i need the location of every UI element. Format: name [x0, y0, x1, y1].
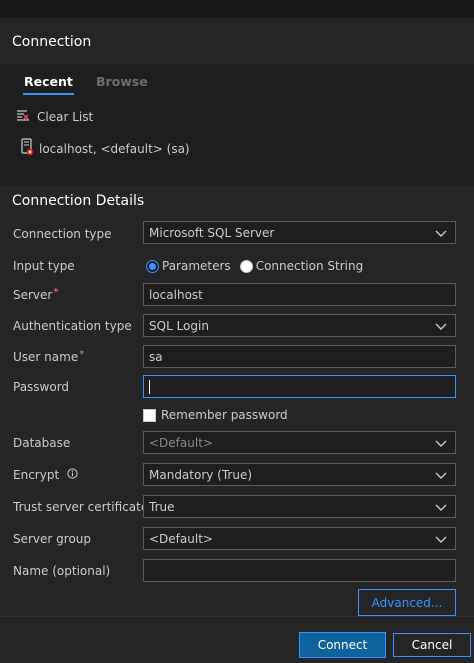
connection-title: Connection	[12, 34, 92, 50]
server-group-select[interactable]: <Default>	[143, 527, 456, 550]
clear-list-button[interactable]: Clear List	[16, 109, 93, 125]
info-icon[interactable]	[67, 468, 78, 482]
authentication-type-label: Authentication type	[13, 319, 132, 333]
dialog-footer: Connect Cancel	[0, 616, 474, 663]
password-label: Password	[13, 380, 69, 394]
connection-type-value: Microsoft SQL Server	[149, 225, 275, 240]
server-icon	[20, 138, 34, 159]
authentication-type-select[interactable]: SQL Login	[143, 314, 456, 337]
database-select[interactable]: <Default>	[143, 431, 456, 454]
parameters-radio[interactable]	[146, 259, 159, 273]
connection-type-label-text: Connection type	[13, 227, 112, 241]
encrypt-value: Mandatory (True)	[149, 467, 253, 482]
name-optional-label-text: Name (optional)	[13, 564, 111, 578]
clear-list-label: Clear List	[37, 110, 94, 124]
chevron-down-icon	[435, 437, 447, 451]
server-group-value: <Default>	[149, 531, 213, 546]
tab-browse[interactable]: Browse	[96, 74, 148, 89]
server-label: Server *	[13, 286, 59, 303]
remember-password-row: Remember password	[143, 408, 288, 422]
chevron-down-icon	[435, 469, 447, 483]
connection-details-title: Connection Details	[12, 193, 145, 209]
cancel-button-label: Cancel	[411, 638, 453, 652]
password-input[interactable]	[143, 375, 456, 398]
trust-server-certificate-label-text: Trust server certificate	[13, 500, 149, 514]
server-input[interactable]: localhost	[143, 283, 456, 306]
user-name-input[interactable]: sa	[143, 345, 456, 368]
text-cursor	[149, 379, 150, 394]
cancel-button[interactable]: Cancel	[393, 633, 471, 657]
encrypt-select[interactable]: Mandatory (True)	[143, 463, 456, 486]
encrypt-label-text: Encrypt	[13, 468, 60, 482]
recent-connections-panel: Recent Browse Clear List localhost, <def…	[0, 64, 474, 186]
window-top-strip	[0, 0, 474, 18]
name-optional-label: Name (optional)	[13, 564, 110, 578]
trust-server-certificate-select[interactable]: True	[143, 495, 456, 518]
connection-type-label: Connection type	[13, 227, 112, 241]
database-value: <Default>	[149, 435, 213, 450]
database-label: Database	[13, 436, 70, 450]
input-type-radio-group: Parameters Connection String	[146, 259, 372, 273]
user-name-label: User name *	[13, 348, 85, 365]
chevron-down-icon	[435, 320, 447, 334]
authentication-type-value: SQL Login	[149, 318, 209, 333]
user-name-label-text: User name	[13, 350, 79, 364]
authentication-type-label-text: Authentication type	[13, 319, 132, 333]
recent-connection-item[interactable]: localhost, <default> (sa)	[20, 138, 190, 159]
server-group-label: Server group	[13, 532, 91, 546]
name-optional-input[interactable]	[143, 559, 456, 582]
connection-string-radio[interactable]	[239, 259, 253, 273]
active-tab-underline	[23, 93, 74, 95]
encrypt-label: Encrypt	[13, 468, 78, 482]
connection-details-panel: Connection Details Connection type Micro…	[0, 186, 474, 616]
connection-type-select[interactable]: Microsoft SQL Server	[143, 221, 456, 244]
recent-connection-label: localhost, <default> (sa)	[39, 141, 190, 156]
chevron-down-icon	[435, 533, 447, 547]
user-name-value: sa	[149, 349, 163, 364]
database-label-text: Database	[13, 436, 71, 450]
connection-header: Connection	[0, 18, 474, 64]
tab-recent-label: Recent	[24, 74, 73, 89]
input-type-label: Input type	[13, 259, 75, 273]
tab-recent[interactable]: Recent	[23, 74, 74, 95]
parameters-radio-label[interactable]: Parameters	[162, 259, 231, 273]
remember-password-label[interactable]: Remember password	[161, 408, 288, 422]
tab-browse-label: Browse	[96, 74, 148, 89]
server-required-mark: *	[53, 286, 59, 298]
advanced-button[interactable]: Advanced...	[358, 589, 456, 616]
chevron-down-icon	[435, 501, 447, 515]
server-group-label-text: Server group	[13, 532, 92, 546]
chevron-down-icon	[435, 227, 447, 241]
server-label-text: Server	[13, 288, 53, 302]
remember-password-checkbox[interactable]	[143, 408, 156, 422]
connect-button-label: Connect	[317, 638, 368, 652]
connect-button[interactable]: Connect	[299, 632, 386, 658]
user-name-required-mark: *	[79, 348, 85, 360]
advanced-button-label: Advanced...	[371, 595, 443, 610]
connection-string-radio-label[interactable]: Connection String	[256, 259, 364, 273]
trust-server-certificate-value: True	[149, 499, 175, 514]
server-value: localhost	[149, 287, 203, 302]
clear-list-icon	[16, 109, 30, 125]
password-label-text: Password	[13, 380, 70, 394]
input-type-label-text: Input type	[13, 259, 75, 273]
